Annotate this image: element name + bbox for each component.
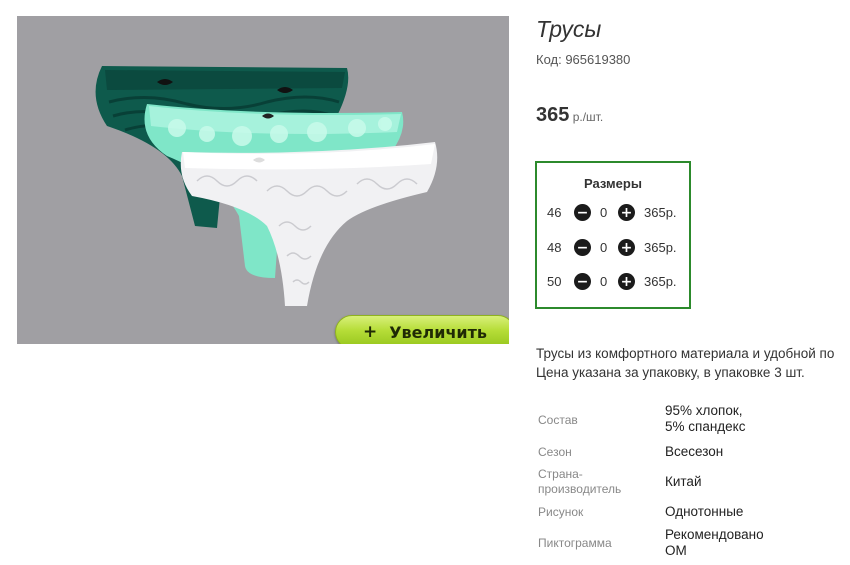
size-row: 50 − 0 + 365р. <box>537 272 689 292</box>
size-label: 46 <box>547 205 562 220</box>
property-key: Страна- производитель <box>538 467 648 497</box>
description-line: Трусы из комфортного материала и удобной… <box>536 346 835 361</box>
property-key-line: Страна- <box>538 467 583 481</box>
size-price: 365р. <box>644 274 677 289</box>
price-amount: 365 <box>536 104 570 126</box>
zoom-plus-icon: + <box>362 322 378 342</box>
size-quantity: 0 <box>600 240 608 255</box>
zoom-button[interactable]: + Увеличить <box>335 315 509 344</box>
size-label: 48 <box>547 240 562 255</box>
property-key: Пиктограмма <box>538 536 612 550</box>
zoom-button-label: Увеличить <box>389 322 488 342</box>
property-value: Однотонные <box>665 504 744 519</box>
property-value: Рекомендовано ОМ <box>665 527 764 558</box>
property-value: Китай <box>665 474 702 489</box>
sizes-title: Размеры <box>584 176 642 191</box>
plus-circle-icon[interactable]: + <box>618 204 635 221</box>
minus-circle-icon[interactable]: − <box>574 273 591 290</box>
minus-circle-icon[interactable]: − <box>574 204 591 221</box>
product-code: Код: 965619380 <box>536 52 631 67</box>
size-price: 365р. <box>644 205 677 220</box>
product-image[interactable]: + Увеличить <box>17 16 509 344</box>
plus-circle-icon[interactable]: + <box>618 239 635 256</box>
property-key-line: производитель <box>538 482 622 496</box>
product-description: Трусы из комфортного материала и удобной… <box>536 344 850 382</box>
minus-circle-icon[interactable]: − <box>574 239 591 256</box>
size-quantity: 0 <box>600 274 608 289</box>
size-label: 50 <box>547 274 562 289</box>
plus-circle-icon[interactable]: + <box>618 273 635 290</box>
property-key: Рисунок <box>538 505 584 519</box>
property-key: Состав <box>538 413 578 427</box>
product-price: 365 р./шт. <box>536 104 603 127</box>
product-title: Трусы <box>536 16 602 42</box>
size-quantity: 0 <box>600 205 608 220</box>
sizes-panel: Размеры 46 − 0 + 365р. 48 − 0 + 365р. 50… <box>535 161 691 309</box>
price-unit: р./шт. <box>569 110 604 124</box>
product-photo-illustration <box>95 66 438 306</box>
property-value: 95% хлопок, 5% спандекс <box>665 403 746 434</box>
description-line: Цена указана за упаковку, в упаковке 3 ш… <box>536 365 805 380</box>
size-price: 365р. <box>644 240 677 255</box>
size-row: 46 − 0 + 365р. <box>537 203 689 223</box>
property-key: Сезон <box>538 445 572 459</box>
size-row: 48 − 0 + 365р. <box>537 238 689 258</box>
property-value: Всесезон <box>665 444 724 459</box>
